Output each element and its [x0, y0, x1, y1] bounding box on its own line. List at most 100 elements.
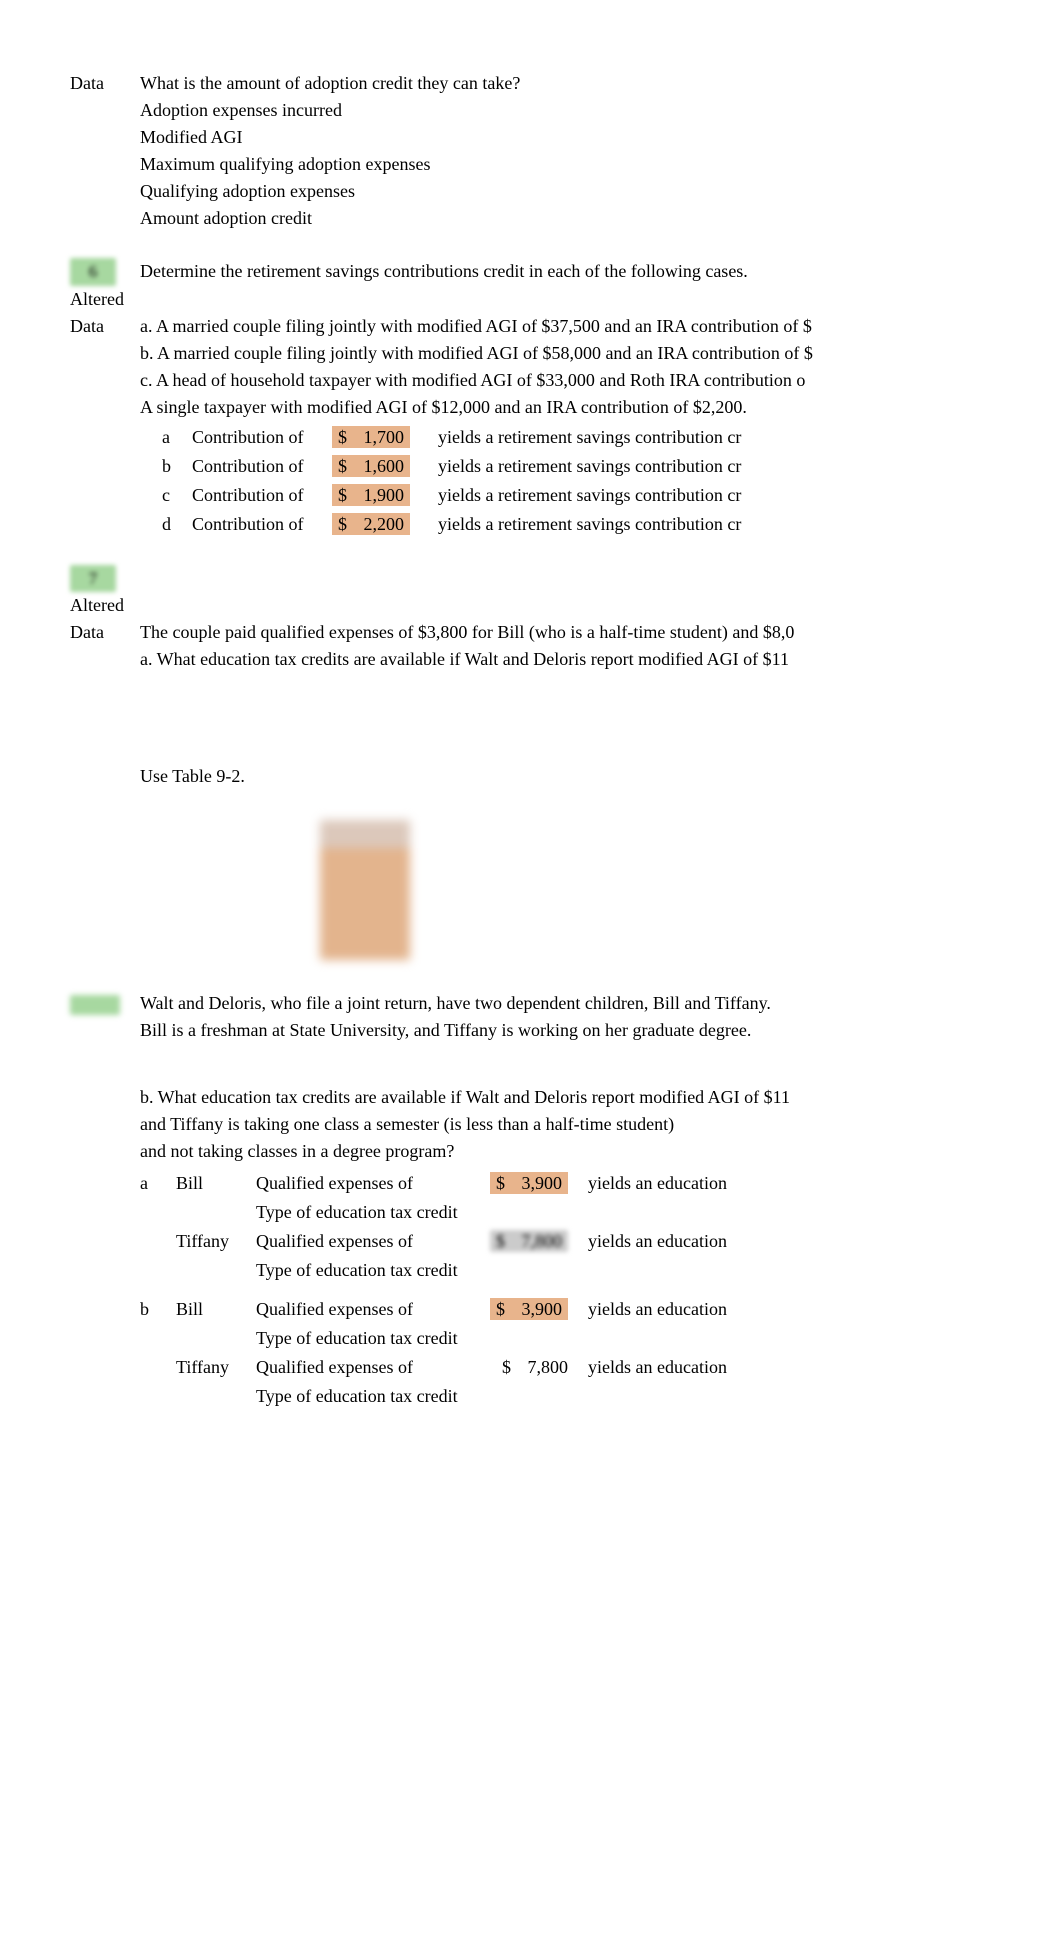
q6-c2: c. A head of household taxpayer with mod…: [140, 367, 992, 394]
q6-question: Determine the retirement savings contrib…: [140, 258, 992, 285]
q7-body: Data The couple paid qualified expenses …: [70, 619, 992, 673]
row-name: Tiffany: [176, 1227, 256, 1256]
table-row: Type of education tax credit: [140, 1256, 735, 1285]
q7-partb-row: b. What education tax credits are availa…: [70, 1084, 992, 1411]
q7-p1b: a. What education tax credits are availa…: [140, 646, 992, 673]
row-letter: [140, 1324, 176, 1353]
q7-tableref-row: Use Table 9-2.: [70, 763, 992, 790]
row-amount: $1,900: [332, 481, 418, 510]
q5-question: What is the amount of adoption credit th…: [140, 70, 992, 97]
blurred-block: [320, 820, 410, 960]
q7-pb3: and not taking classes in a degree progr…: [140, 1138, 992, 1165]
q5-l2: Maximum qualifying adoption expenses: [140, 151, 992, 178]
row-amount: $1,600: [332, 452, 418, 481]
edu-table: aBillQualified expenses of$3,900yields a…: [140, 1169, 735, 1411]
row-desc: Qualified expenses of: [256, 1295, 486, 1324]
row-amount: $1,700: [332, 423, 418, 452]
row-yield: yields an education: [576, 1295, 735, 1324]
row-amount: $3,900: [486, 1169, 576, 1198]
q7-ctx2: Bill is a freshman at State University, …: [140, 1017, 992, 1044]
label-data: Data: [70, 622, 104, 642]
row-name: [176, 1198, 256, 1227]
row-yield: yields a retirement savings contribution…: [418, 510, 749, 539]
row-letter: [140, 1227, 176, 1256]
row-yield: [576, 1256, 735, 1285]
q6-c0: a. A married couple filing jointly with …: [140, 313, 992, 340]
q6-number-badge: 6: [70, 258, 116, 286]
label-data: Data: [70, 316, 104, 336]
row-yield: yields a retirement savings contribution…: [418, 423, 749, 452]
row-desc: Qualified expenses of: [256, 1227, 486, 1256]
row-amount: $2,200: [332, 510, 418, 539]
q7-header: 7: [70, 565, 992, 593]
q5-block: Data What is the amount of adoption cred…: [70, 70, 992, 232]
row-desc: Qualified expenses of: [256, 1353, 486, 1382]
row-desc: Type of education tax credit: [256, 1382, 486, 1411]
label-altered: Altered: [70, 595, 124, 615]
row-amount: $3,900: [486, 1295, 576, 1324]
row-letter: a: [162, 423, 192, 452]
table-row: Type of education tax credit: [140, 1324, 735, 1353]
table-row: dContribution of$2,200yields a retiremen…: [162, 510, 749, 539]
row-letter: b: [162, 452, 192, 481]
row-yield: [576, 1382, 735, 1411]
table-row: TiffanyQualified expenses of$7,800yields…: [140, 1353, 735, 1382]
q5-l1: Modified AGI: [140, 124, 992, 151]
row-amount: [486, 1382, 576, 1411]
label-data: Data: [70, 73, 104, 93]
table-row: Type of education tax credit: [140, 1382, 735, 1411]
q7-p1: The couple paid qualified expenses of $3…: [140, 619, 992, 646]
q7-ctx1: Walt and Deloris, who file a joint retur…: [140, 990, 992, 1017]
row-letter: [140, 1198, 176, 1227]
row-letter: d: [162, 510, 192, 539]
label-altered: Altered: [70, 289, 124, 309]
row-letter: [140, 1256, 176, 1285]
q6-c3: A single taxpayer with modified AGI of $…: [140, 394, 992, 421]
row-yield: yields a retirement savings contribution…: [418, 452, 749, 481]
row-yield: [576, 1324, 735, 1353]
q7-table-ref: Use Table 9-2.: [140, 763, 992, 790]
row-yield: yields an education: [576, 1353, 735, 1382]
row-name: Bill: [176, 1169, 256, 1198]
row-desc: Contribution of: [192, 481, 332, 510]
q7-pb1: b. What education tax credits are availa…: [140, 1084, 992, 1111]
row-letter: [140, 1382, 176, 1411]
q7-context-row: Walt and Deloris, who file a joint retur…: [70, 990, 992, 1044]
row-name: [176, 1382, 256, 1411]
blur-label: [70, 766, 75, 786]
row-name: Bill: [176, 1295, 256, 1324]
q5-l4: Amount adoption credit: [140, 205, 992, 232]
row-amount: [486, 1198, 576, 1227]
table-row: aContribution of$1,700yields a retiremen…: [162, 423, 749, 452]
row-desc: Qualified expenses of: [256, 1169, 486, 1198]
row-name: [176, 1324, 256, 1353]
table-row: bBillQualified expenses of$3,900yields a…: [140, 1295, 735, 1324]
row-letter: a: [140, 1169, 176, 1198]
table-row: aBillQualified expenses of$3,900yields a…: [140, 1169, 735, 1198]
row-desc: Contribution of: [192, 452, 332, 481]
row-yield: [576, 1198, 735, 1227]
row-letter: c: [162, 481, 192, 510]
q7-altered-row: Altered: [70, 592, 992, 619]
table-row: TiffanyQualified expenses of$7,800yields…: [140, 1227, 735, 1256]
q6-altered-row: Altered: [70, 286, 992, 313]
q6-header: 6 Determine the retirement savings contr…: [70, 258, 992, 286]
row-yield: yields an education: [576, 1227, 735, 1256]
q6-body: Data a. A married couple filing jointly …: [70, 313, 992, 539]
row-name: Tiffany: [176, 1353, 256, 1382]
row-name: [176, 1256, 256, 1285]
row-desc: Type of education tax credit: [256, 1198, 486, 1227]
q5-l3: Qualifying adoption expenses: [140, 178, 992, 205]
q6-table: aContribution of$1,700yields a retiremen…: [162, 423, 749, 539]
row-desc: Contribution of: [192, 510, 332, 539]
row-desc: Type of education tax credit: [256, 1256, 486, 1285]
row-desc: Contribution of: [192, 423, 332, 452]
blur-green-badge: [70, 995, 120, 1015]
q7-number-badge: 7: [70, 565, 116, 593]
table-row: Type of education tax credit: [140, 1198, 735, 1227]
row-amount: [486, 1256, 576, 1285]
row-yield: yields an education: [576, 1169, 735, 1198]
row-desc: Type of education tax credit: [256, 1324, 486, 1353]
row-yield: yields a retirement savings contribution…: [418, 481, 749, 510]
row-letter: b: [140, 1295, 176, 1324]
